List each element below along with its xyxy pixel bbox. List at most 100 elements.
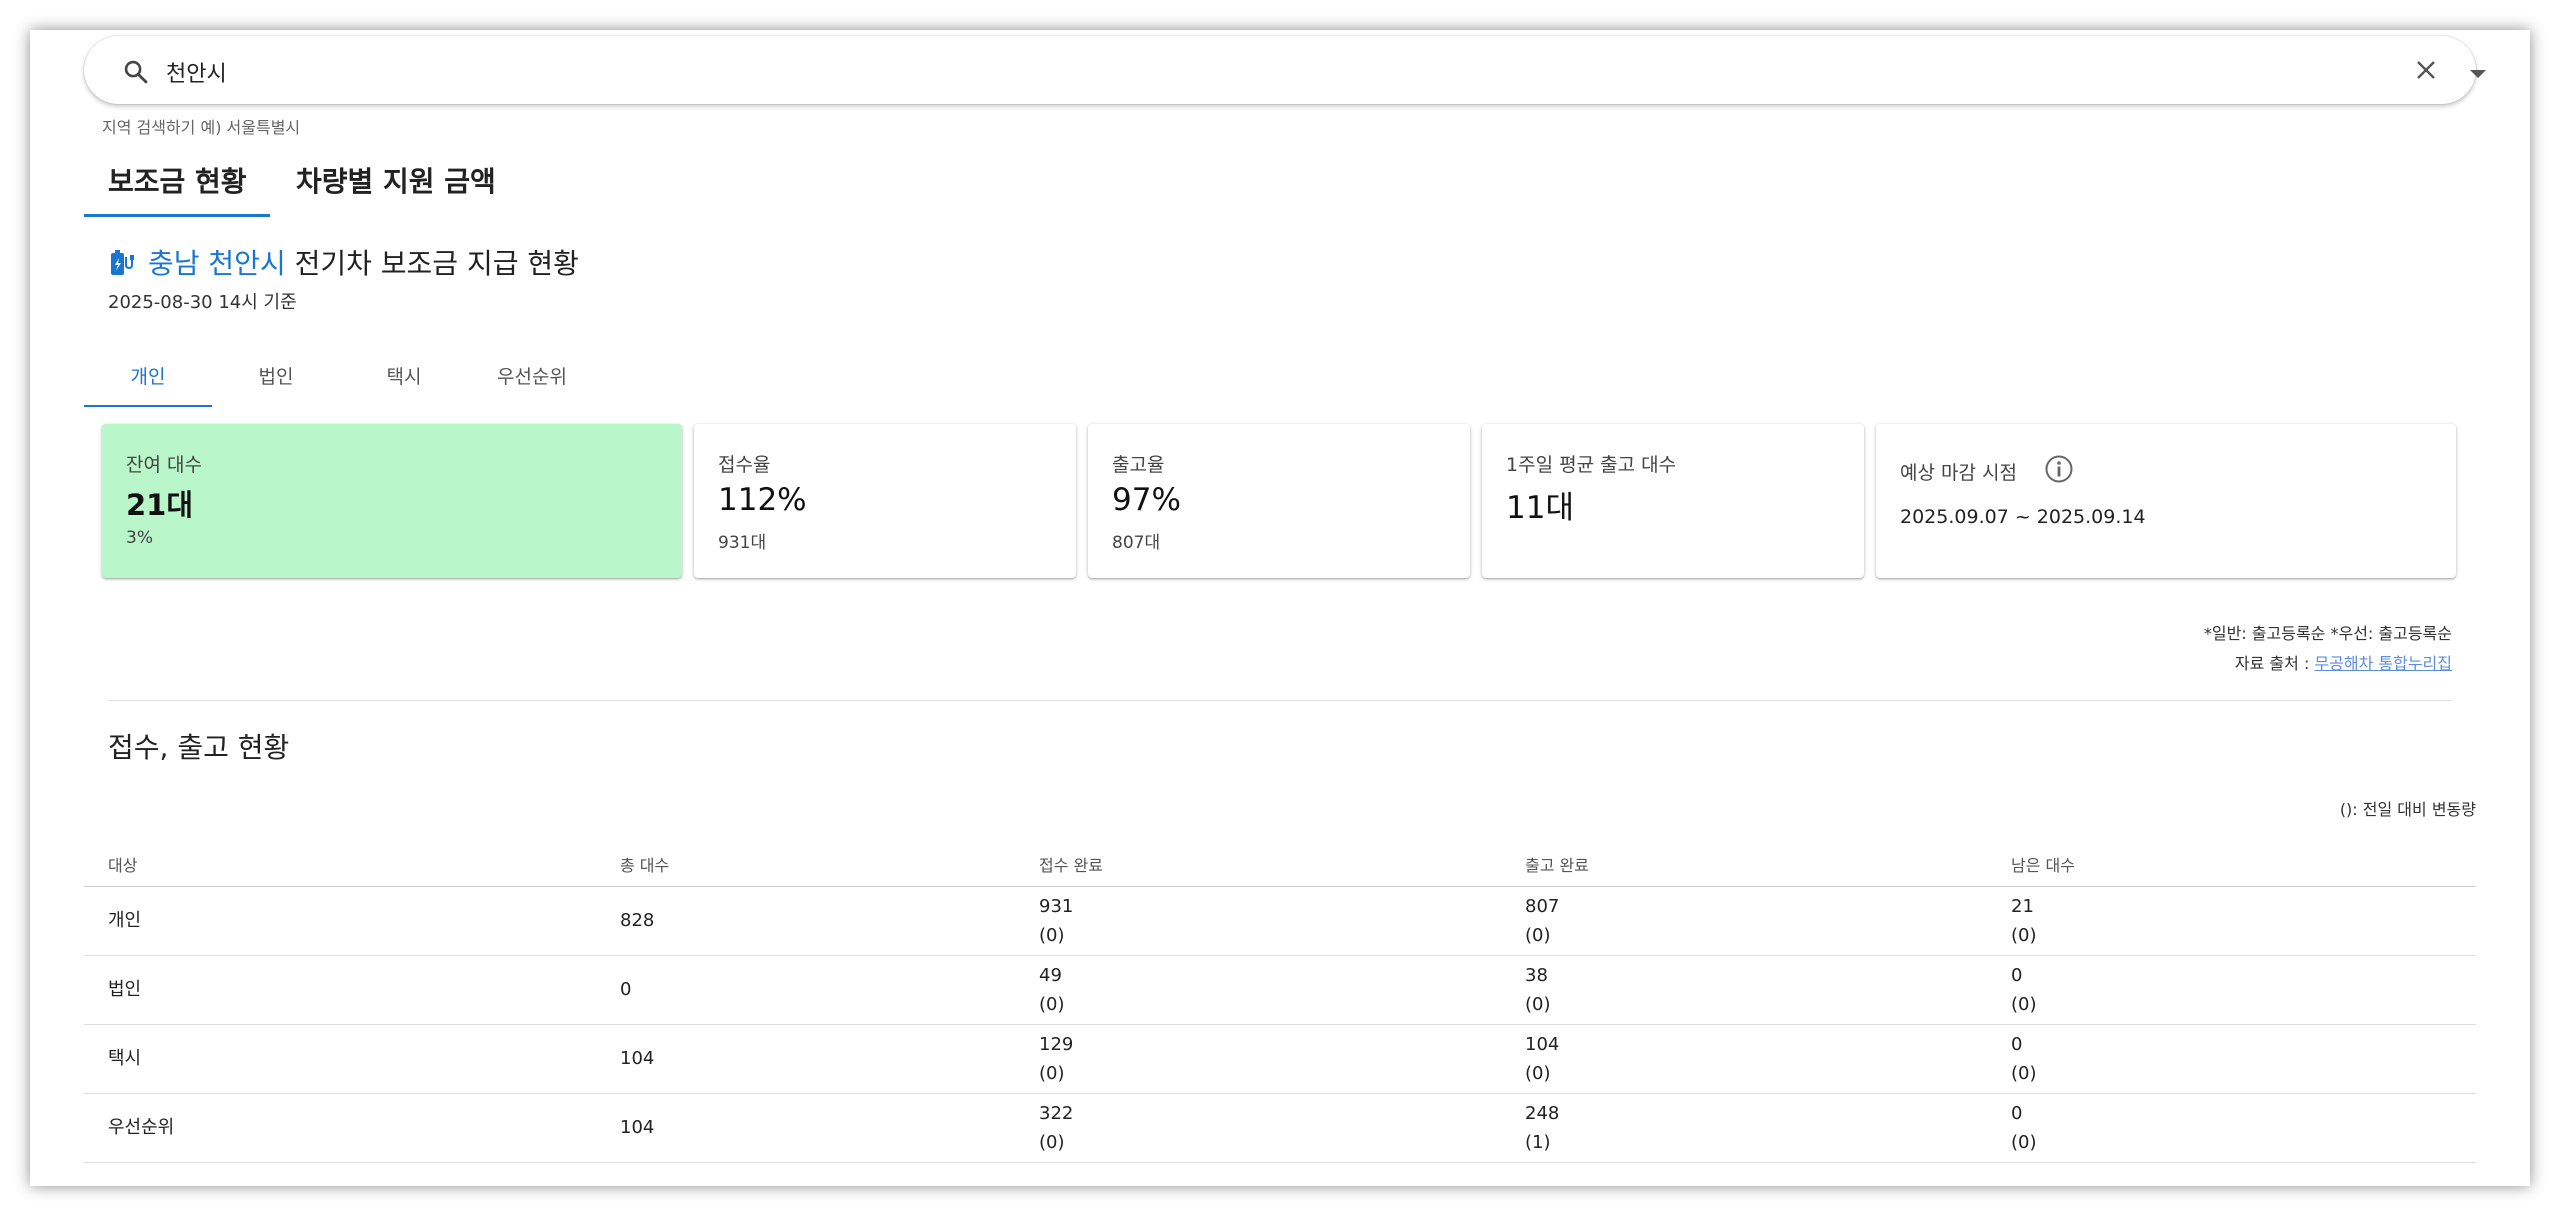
clear-icon[interactable] [2414,58,2438,82]
table-row: 택시 104 129 (0) 104 (0) 0 (0) [84,1024,2476,1094]
tab-individual[interactable]: 개인 [84,362,212,389]
delta: (0) [1039,924,1065,946]
card-reception-rate: 접수율 112% 931대 [694,424,1076,578]
cell-target: 법인 [84,955,596,1025]
region-search-bar[interactable]: 천안시 [84,36,2486,104]
cell-total: 104 [596,1093,1015,1163]
tab-vehicle-support-amount[interactable]: 차량별 지원 금액 [296,160,496,200]
column-header: 출고 완료 [1501,842,1987,887]
value: 322 [1039,1102,1074,1124]
tab-corporate[interactable]: 법인 [212,362,340,389]
column-header: 접수 완료 [1015,842,1501,887]
card-value: 112% [718,482,807,518]
as-of-timestamp: 2025-08-30 14시 기준 [108,292,297,313]
value: 21 [2011,895,2034,917]
delta: (0) [1525,1062,1551,1084]
status-table: 대상 총 대수 접수 완료 출고 완료 남은 대수 개인 828 931 (0) … [84,842,2476,1163]
search-icon [124,60,148,84]
cell-released: 248 (1) [1501,1093,1987,1163]
card-expected-deadline: 예상 마감 시점 2025.09.07 ~ 2025.09.14 [1876,424,2456,578]
column-header: 총 대수 [596,842,1015,887]
table-header-row: 대상 총 대수 접수 완료 출고 완료 남은 대수 [84,842,2476,887]
card-label: 1주일 평균 출고 대수 [1506,454,1677,476]
info-icon[interactable] [2044,454,2074,484]
value: 129 [1039,1033,1074,1055]
cell-target: 우선순위 [84,1093,596,1163]
value: 248 [1525,1102,1560,1124]
value: 0 [2011,1102,2023,1124]
ev-battery-icon [111,250,134,275]
cell-received: 931 (0) [1015,886,1501,956]
card-label: 잔여 대수 [126,454,202,476]
card-label: 출고율 [1112,454,1165,476]
region-name: 충남 천안시 [148,247,286,280]
cell-remaining: 0 (0) [1987,1024,2476,1094]
delta: (0) [1039,1131,1065,1153]
cell-remaining: 0 (0) [1987,1093,2476,1163]
cell-released: 807 (0) [1501,886,1987,956]
source-label: 자료 출처 : [2234,654,2315,673]
delta: (0) [1525,993,1551,1015]
card-sub: 807대 [1112,533,1161,553]
card-weekly-average: 1주일 평균 출고 대수 11대 [1482,424,1864,578]
cell-target: 개인 [84,886,596,956]
column-header: 남은 대수 [1987,842,2476,887]
tab-taxi[interactable]: 택시 [340,362,468,389]
card-value: 21대 [126,488,194,522]
delta: (0) [1039,1062,1065,1084]
cell-released: 38 (0) [1501,955,1987,1025]
table-row: 법인 0 49 (0) 38 (0) 0 (0) [84,955,2476,1025]
order-note: *일반: 출고등록순 *우선: 출고등록순 [2203,624,2452,643]
card-release-rate: 출고율 97% 807대 [1088,424,1470,578]
tab-priority[interactable]: 우선순위 [468,362,596,389]
cell-total: 0 [596,955,1015,1025]
delta: (1) [1525,1131,1551,1153]
value: 38 [1525,964,1548,986]
dropdown-arrow-icon[interactable] [2470,70,2486,78]
delta-legend: (): 전일 대비 변동량 [2339,800,2476,819]
cell-remaining: 21 (0) [1987,886,2476,956]
table-row: 개인 828 931 (0) 807 (0) 21 (0) [84,886,2476,956]
section-title: 접수, 출고 현황 [108,731,290,764]
card-value: 11대 [1506,490,1574,526]
source-link[interactable]: 무공해차 통합누리집 [2314,654,2452,673]
value: 807 [1525,895,1560,917]
value: 0 [2011,1033,2023,1055]
column-header: 대상 [84,842,596,887]
card-label: 접수율 [718,454,771,476]
table-row: 우선순위 104 322 (0) 248 (1) 0 (0) [84,1093,2476,1163]
cell-received: 129 (0) [1015,1024,1501,1094]
delta: (0) [1039,993,1065,1015]
value: 0 [2011,964,2023,986]
cell-target: 택시 [84,1024,596,1094]
divider [108,700,2452,701]
sub-tab-indicator [84,405,212,407]
value: 931 [1039,895,1074,917]
delta: (0) [2011,993,2037,1015]
card-label: 예상 마감 시점 [1900,462,2017,484]
delta: (0) [1525,924,1551,946]
value: 49 [1039,964,1062,986]
tab-subsidy-status[interactable]: 보조금 현황 [108,160,247,200]
page-title: 충남 천안시 전기차 보조금 지급 현황 [148,242,579,282]
cell-remaining: 0 (0) [1987,955,2476,1025]
card-value: 97% [1112,482,1181,518]
search-hint: 지역 검색하기 예) 서울특별시 [102,118,301,137]
search-input[interactable]: 천안시 [166,56,227,88]
cell-received: 49 (0) [1015,955,1501,1025]
cell-total: 104 [596,1024,1015,1094]
cell-received: 322 (0) [1015,1093,1501,1163]
app-frame: 천안시 지역 검색하기 예) 서울특별시 보조금 현황 차량별 지원 금액 충남… [30,30,2530,1186]
deadline-period: 2025.09.07 ~ 2025.09.14 [1900,506,2146,528]
title-text: 전기차 보조금 지급 현황 [294,247,579,280]
cell-total: 828 [596,886,1015,956]
delta: (0) [2011,1131,2037,1153]
value: 104 [1525,1033,1560,1055]
card-remaining: 잔여 대수 21대 3% [102,424,682,578]
main-tab-indicator [84,214,270,217]
cell-released: 104 (0) [1501,1024,1987,1094]
source-note: 자료 출처 : 무공해차 통합누리집 [2235,650,2452,674]
card-sub: 931대 [718,533,767,553]
delta: (0) [2011,1062,2037,1084]
card-sub: 3% [126,528,153,548]
